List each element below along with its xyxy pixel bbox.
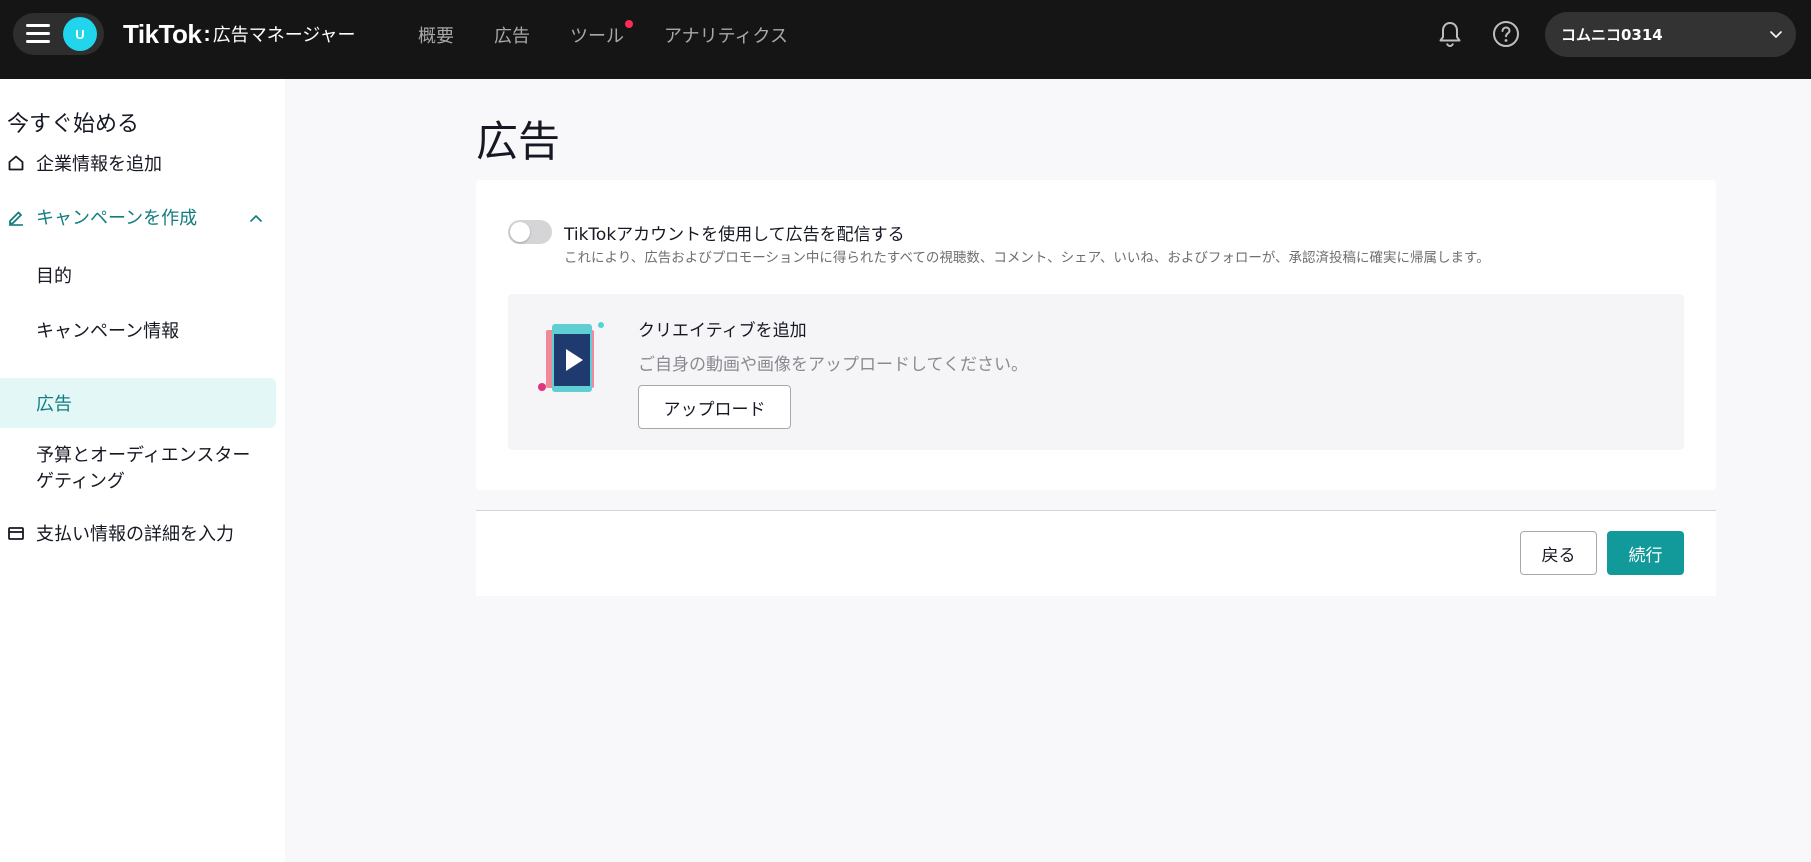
sidebar-item-ads[interactable]: 広告 (0, 378, 276, 428)
tiktok-account-toggle[interactable] (508, 220, 552, 244)
sidebar-item-label: 支払い情報の詳細を入力 (36, 524, 234, 545)
tiktok-logo-text: TikTok (123, 18, 202, 49)
sidebar-item-label: 広告 (36, 394, 72, 415)
sidebar-item-create-campaign[interactable]: キャンペーンを作成 (0, 204, 276, 230)
account-switcher[interactable]: コムニコ0314 (1545, 12, 1796, 57)
menu-toggle[interactable]: U (13, 13, 104, 55)
sidebar-heading: 今すぐ始める (7, 112, 140, 137)
continue-button[interactable]: 続行 (1607, 531, 1684, 575)
nav-overview[interactable]: 概要 (418, 22, 454, 48)
chevron-up-icon[interactable] (248, 210, 264, 226)
notification-dot (625, 20, 633, 28)
sidebar-item-objective[interactable]: 目的 (0, 250, 276, 298)
nav-ads[interactable]: 広告 (494, 22, 530, 48)
logo-separator: : (203, 21, 211, 46)
action-footer: 戻る 続行 (476, 510, 1716, 596)
ad-settings-card: TikTokアカウントを使用して広告を配信する これにより、広告およびプロモーシ… (476, 180, 1716, 490)
sidebar: 今すぐ始める 企業情報を追加 キャンペーンを作成 目的 キャンペーン情報 広告 … (0, 79, 285, 862)
product-name: 広告マネージャー (212, 25, 356, 46)
nav-analytics[interactable]: アナリティクス (664, 22, 788, 48)
sidebar-item-label: キャンペーンを作成 (36, 208, 198, 229)
help-icon[interactable] (1490, 18, 1522, 50)
main-nav: 概要 広告 ツール アナリティクス (418, 20, 828, 48)
creative-title: クリエイティブを追加 (638, 321, 807, 341)
nav-tools[interactable]: ツール (570, 20, 633, 48)
toggle-description: これにより、広告およびプロモーション中に得られたすべての視聴数、コメント、シェア… (564, 250, 1490, 266)
account-name: コムニコ0314 (1561, 26, 1663, 44)
creative-section: クリエイティブを追加 ご自身の動画や画像をアップロードしてください。 アップロー… (508, 294, 1684, 450)
sidebar-item-campaign-info[interactable]: キャンペーン情報 (0, 305, 276, 353)
sidebar-item-label: キャンペーン情報 (36, 321, 180, 342)
upload-button[interactable]: アップロード (638, 385, 791, 429)
sidebar-item-label: 目的 (36, 266, 72, 287)
brand-logo[interactable]: TikTok : 広告マネージャー (123, 17, 355, 51)
pencil-icon (9, 211, 23, 226)
sidebar-item-label: 企業情報を追加 (36, 154, 162, 175)
creative-description: ご自身の動画や画像をアップロードしてください。 (638, 355, 1028, 375)
top-bar: U TikTok : 広告マネージャー 概要 広告 ツール アナリティクス コム… (0, 0, 1811, 79)
toggle-label: TikTokアカウントを使用して広告を配信する (564, 225, 905, 245)
avatar[interactable]: U (63, 17, 97, 51)
sidebar-item-budget-targeting[interactable]: 予算とオーディエンスターゲティング (0, 441, 276, 501)
back-button[interactable]: 戻る (1520, 531, 1597, 575)
home-icon (8, 155, 24, 171)
bell-icon[interactable] (1434, 18, 1466, 50)
page-title: 広告 (476, 117, 561, 166)
card-icon (8, 527, 24, 540)
chevron-down-icon (1770, 31, 1782, 38)
sidebar-item-payment-info[interactable]: 支払い情報の詳細を入力 (0, 520, 276, 546)
video-upload-icon (538, 322, 604, 392)
sidebar-item-label: 予算とオーディエンスターゲティング (36, 445, 251, 492)
sidebar-item-company-info[interactable]: 企業情報を追加 (0, 150, 276, 176)
toggle-knob (510, 222, 530, 242)
menu-icon[interactable] (26, 23, 50, 45)
nav-tools-label: ツール (570, 26, 624, 47)
